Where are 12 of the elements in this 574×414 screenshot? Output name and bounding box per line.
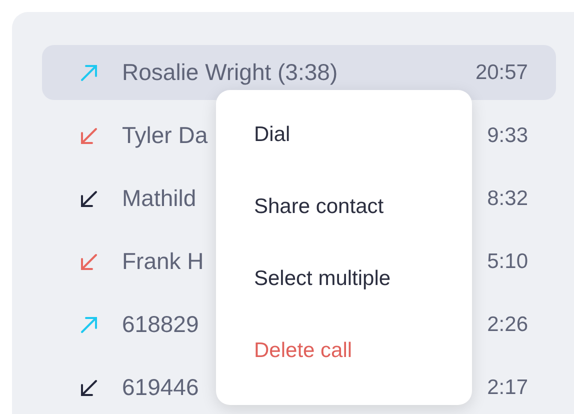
call-time: 2:26 xyxy=(487,312,528,338)
call-time: 9:33 xyxy=(487,122,528,149)
caller-name: Tyler Da xyxy=(122,121,208,150)
call-time: 2:17 xyxy=(487,374,528,401)
caller-name: 618829 xyxy=(122,310,199,340)
call-time: 20:57 xyxy=(475,60,528,86)
caller-name: Frank H xyxy=(122,247,204,276)
caller-name: Rosalie Wright (3:38) xyxy=(122,58,338,88)
caller-name: 619446 xyxy=(122,373,199,402)
call-time: 5:10 xyxy=(487,248,528,275)
caller-name: Mathild xyxy=(122,184,196,214)
call-time: 8:32 xyxy=(487,186,528,212)
